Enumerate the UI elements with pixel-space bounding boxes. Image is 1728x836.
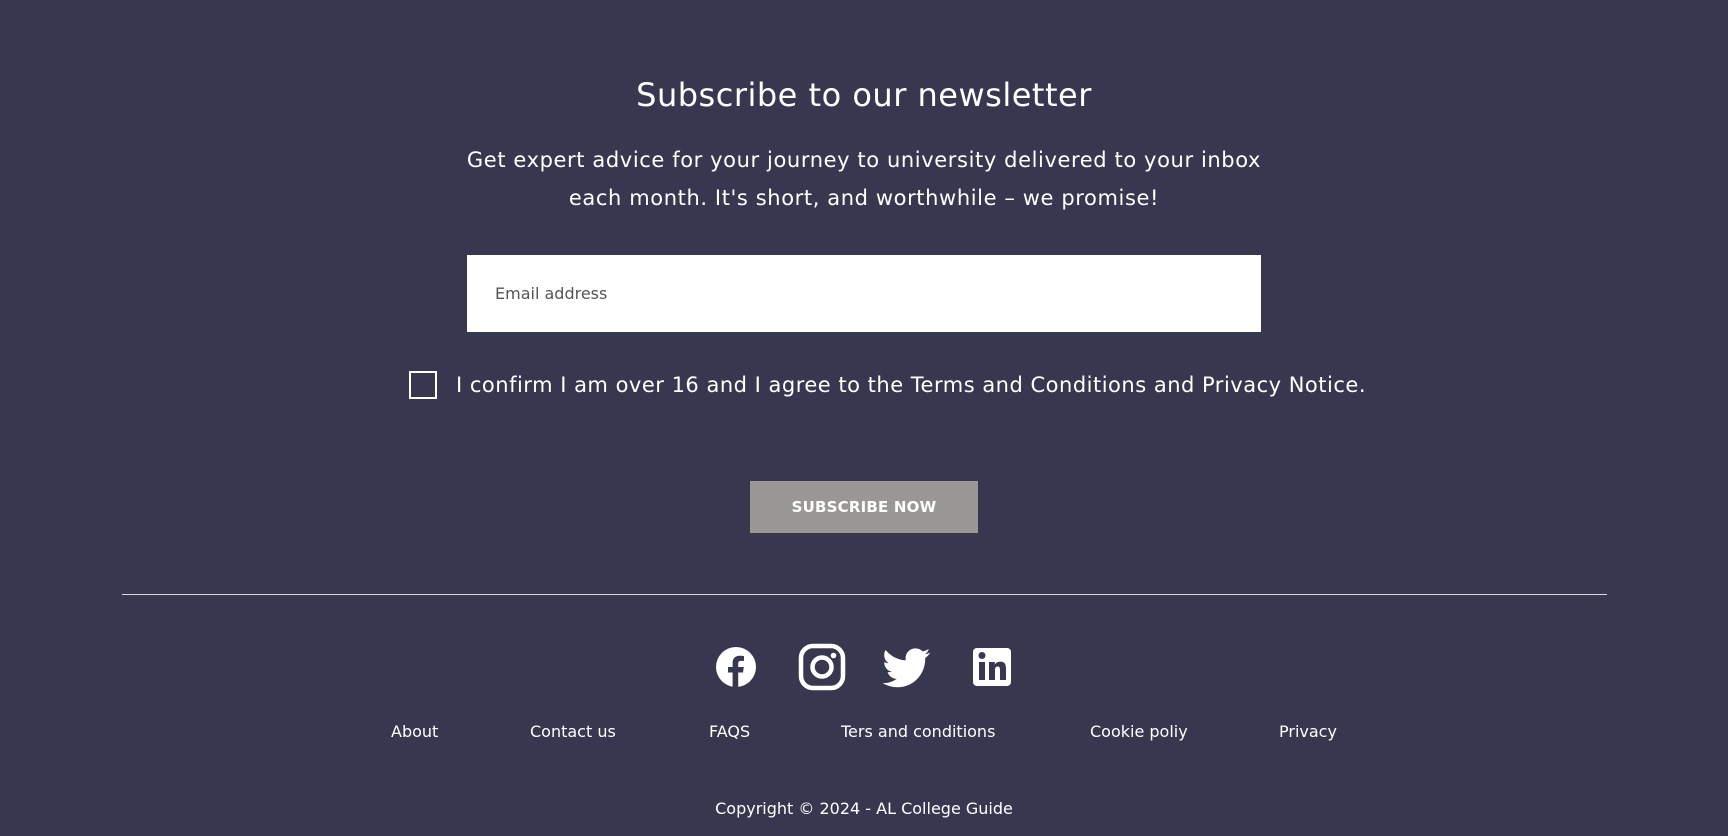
email-field[interactable] (467, 255, 1261, 332)
footer-link-terms[interactable]: Ters and conditions (841, 722, 995, 741)
facebook-icon (716, 647, 756, 687)
instagram-icon (798, 643, 846, 691)
linkedin-link[interactable] (968, 643, 1016, 691)
copyright-text: Copyright © 2024 - AL College Guide (715, 799, 1013, 818)
twitter-link[interactable] (883, 643, 931, 691)
consent-label: I confirm I am over 16 and I agree to th… (456, 373, 1366, 397)
consent-row: I confirm I am over 16 and I agree to th… (409, 371, 1366, 399)
footer-link-faqs[interactable]: FAQS (709, 722, 750, 741)
facebook-link[interactable] (712, 643, 760, 691)
newsletter-footer-section: Subscribe to our newsletter Get expert a… (0, 0, 1728, 836)
linkedin-icon (973, 648, 1011, 686)
subscribe-button[interactable]: SUBSCRIBE NOW (750, 481, 978, 533)
instagram-link[interactable] (798, 643, 846, 691)
twitter-icon (883, 648, 931, 688)
consent-checkbox[interactable] (409, 371, 437, 399)
newsletter-title: Subscribe to our newsletter (636, 76, 1092, 114)
footer-divider (122, 594, 1607, 595)
footer-link-privacy[interactable]: Privacy (1279, 722, 1337, 741)
footer-link-contact[interactable]: Contact us (530, 722, 616, 741)
footer-link-about[interactable]: About (391, 722, 438, 741)
newsletter-description: Get expert advice for your journey to un… (466, 148, 1262, 210)
footer-link-cookie-policy[interactable]: Cookie poliy (1090, 722, 1188, 741)
